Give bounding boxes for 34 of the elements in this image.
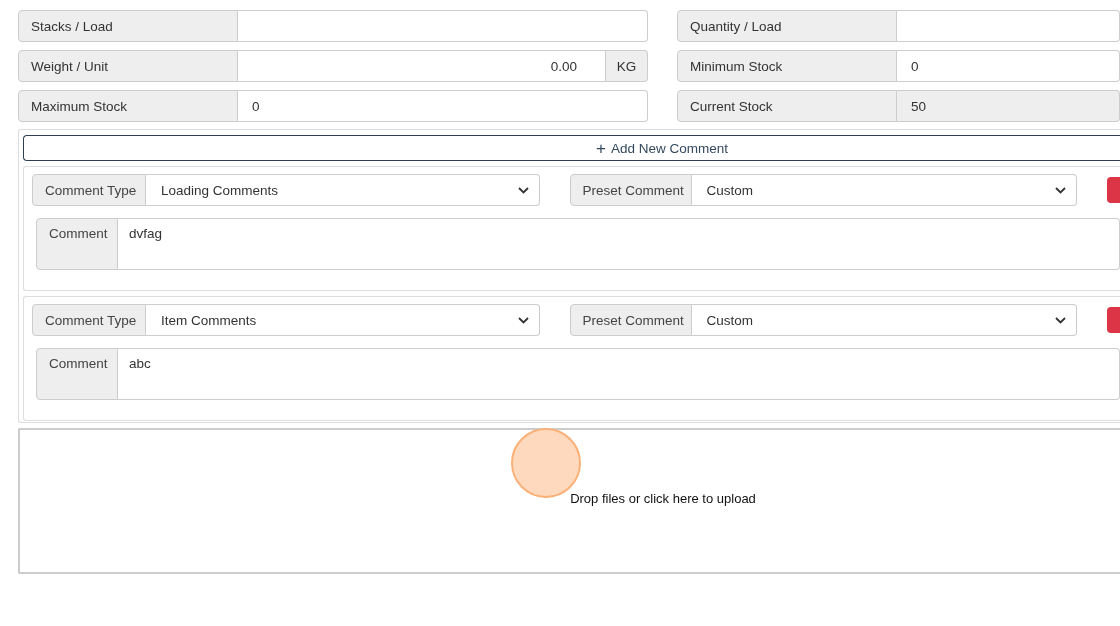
field-label: Comment: [36, 218, 118, 270]
chevron-down-icon: [1055, 316, 1066, 324]
text-field[interactable]: [897, 10, 1120, 42]
field-label: Comment Type: [32, 174, 146, 206]
unit-label: KG: [606, 50, 648, 82]
text-field[interactable]: 0: [238, 90, 648, 122]
field-label: Preset Comment: [569, 174, 692, 206]
field-label: Stacks / Load: [18, 10, 238, 42]
dropzone-text: Drop files or click here to upload: [570, 490, 756, 506]
field-label: Maximum Stock: [18, 90, 238, 122]
file-dropzone[interactable]: Drop files or click here to upload: [18, 428, 1120, 574]
comment-field[interactable]: abc: [118, 348, 1120, 400]
dropdown[interactable]: Loading Comments: [146, 174, 540, 206]
field-label: Preset Comment: [569, 304, 692, 336]
dropdown[interactable]: Custom: [691, 174, 1077, 206]
field-label: Weight / Unit: [18, 50, 238, 82]
field-label: Comment Type: [32, 304, 146, 336]
add-comment-button[interactable]: + Add New Comment: [23, 135, 1120, 161]
chevron-down-icon: [1055, 186, 1066, 194]
field-label: Comment: [36, 348, 118, 400]
text-field[interactable]: 0.00: [238, 50, 606, 82]
field-label: Current Stock: [677, 90, 897, 122]
chevron-down-icon: [517, 316, 529, 324]
text-field[interactable]: 0: [897, 50, 1120, 82]
comment-field[interactable]: dvfag: [118, 218, 1120, 270]
field-label: Quantity / Load: [677, 10, 897, 42]
dropdown[interactable]: Item Comments: [146, 304, 540, 336]
text-field[interactable]: 50: [897, 90, 1120, 122]
dropdown[interactable]: Custom: [691, 304, 1077, 336]
chevron-down-icon: [517, 186, 529, 194]
delete-button[interactable]: [1107, 307, 1120, 333]
delete-button[interactable]: [1107, 177, 1120, 203]
field-label: Minimum Stock: [677, 50, 897, 82]
text-field[interactable]: [238, 10, 648, 42]
